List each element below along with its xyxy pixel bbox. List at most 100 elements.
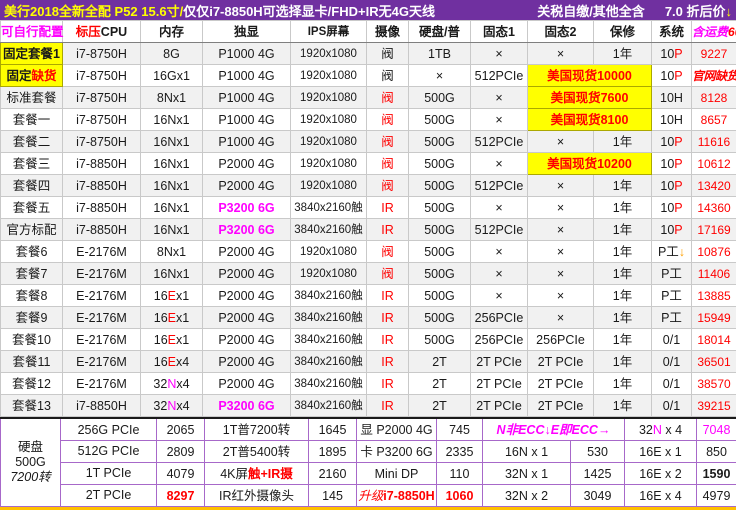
screen: 3840x2160触 [291, 285, 367, 307]
col-header-hdd: 硬盘/普 [409, 21, 471, 43]
screen: 1920x1080 [291, 87, 367, 109]
header-row: 可自行配置标压CPU内存独显IPS屏幕摄像硬盘/普固态1固态2保修系统含运费60… [1, 21, 736, 43]
screen: 1920x1080 [291, 43, 367, 65]
col-header-config-name: 可自行配置 [1, 21, 63, 43]
addon-cell: 32N x 2 [483, 485, 571, 507]
camera: 阀 [367, 175, 409, 197]
col-header-ram: 内存 [141, 21, 203, 43]
screen: 3840x2160触 [291, 373, 367, 395]
warranty: 1年 [594, 43, 652, 65]
gpu: P2000 4G [203, 307, 291, 329]
ssd2: × [528, 219, 594, 241]
hdd: 500G [409, 153, 471, 175]
gpu: P2000 4G [203, 175, 291, 197]
cpu: E-2176M [63, 241, 141, 263]
system: 0/1 [652, 329, 692, 351]
gpu: P2000 4G [203, 153, 291, 175]
addon-cell: 1590 [697, 463, 736, 485]
ssd2: 2T PCIe [528, 351, 594, 373]
ram: 16Nx1 [141, 263, 203, 285]
addon-cell: 110 [437, 463, 483, 485]
banner-title-model: 美行2018全新全配 P52 15.6寸/ [4, 4, 183, 19]
hdd: × [409, 65, 471, 87]
ram: 16Ex4 [141, 351, 203, 373]
ram: 16Ex1 [141, 285, 203, 307]
title-banner: 美行2018全新全配 P52 15.6寸/仅仅i7-8850H可选择显卡/FHD… [0, 0, 736, 20]
config-name: 套餐二 [1, 131, 63, 153]
ssd1: × [471, 197, 528, 219]
addon-cell: 530 [571, 441, 625, 463]
ssd2: × [528, 285, 594, 307]
cpu: i7-8750H [63, 109, 141, 131]
ram: 16Nx1 [141, 153, 203, 175]
addon-row: 512G PCIe28092T普5400转1895卡 P3200 6G23351… [1, 441, 736, 463]
config-row: 套餐9E-2176M16Ex1P2000 4G3840x2160触IR500G2… [1, 307, 736, 329]
banner-right: 关税自缴/其他全含7.0 折后价↓ [537, 1, 732, 20]
ssd1: 512PCIe [471, 65, 528, 87]
cpu: i7-8850H [63, 219, 141, 241]
camera: 阀 [367, 131, 409, 153]
price: 11616 [692, 131, 736, 153]
addon-cell: 显 P2000 4G [357, 418, 437, 441]
screen: 3840x2160触 [291, 197, 367, 219]
cpu: i7-8850H [63, 395, 141, 417]
down-arrow-icon: ↓ [726, 4, 733, 19]
screen: 3840x2160触 [291, 395, 367, 417]
banner-title-options: 仅仅i7-8850H可选择显卡/FHD+IR无4G天线 [183, 4, 435, 19]
warranty: 1年 [594, 351, 652, 373]
cpu: E-2176M [63, 263, 141, 285]
col-header-gpu: 独显 [203, 21, 291, 43]
ssd2: × [528, 241, 594, 263]
system: 10H [652, 109, 692, 131]
hdd: 500G [409, 197, 471, 219]
addon-cell: 2T普5400转 [205, 441, 309, 463]
config-name: 标准套餐 [1, 87, 63, 109]
hdd: 500G [409, 87, 471, 109]
screen: 3840x2160触 [291, 351, 367, 373]
camera: 阀 [367, 109, 409, 131]
col-header-ssd1: 固态1 [471, 21, 528, 43]
addon-cell: IR红外摄像头 [205, 485, 309, 507]
cpu: i7-8850H [63, 197, 141, 219]
gpu: P2000 4G [203, 285, 291, 307]
addon-cell: 32N x 1 [483, 463, 571, 485]
banner-title: 美行2018全新全配 P52 15.6寸/仅仅i7-8850H可选择显卡/FHD… [4, 1, 435, 20]
price: 10876 [692, 241, 736, 263]
config-name: 套餐6 [1, 241, 63, 263]
config-name: 套餐13 [1, 395, 63, 417]
warranty: 1年 [594, 373, 652, 395]
screen: 3840x2160触 [291, 329, 367, 351]
stock-note: 美国现货7600 [528, 87, 652, 109]
ssd1: × [471, 87, 528, 109]
price: 9227 [692, 43, 736, 65]
price: 38570 [692, 373, 736, 395]
addon-cell: 32N x 4 [625, 418, 697, 441]
addon-cell: 16E x 4 [625, 485, 697, 507]
config-table: 可自行配置标压CPU内存独显IPS屏幕摄像硬盘/普固态1固态2保修系统含运费60… [0, 20, 736, 417]
banner-tax-note: 关税自缴/其他全含 [537, 4, 645, 19]
ram: 8G [141, 43, 203, 65]
gpu: P1000 4G [203, 131, 291, 153]
ram: 16Nx1 [141, 175, 203, 197]
addon-row: 2T PCIe8297IR红外摄像头145升级i7-8850H106032N x… [1, 485, 736, 507]
addon-cell: 2T PCIe [61, 485, 157, 507]
col-header-ssd2: 固态2 [528, 21, 594, 43]
gpu: P2000 4G [203, 373, 291, 395]
config-row: 套餐7E-2176M16Nx1P2000 4G1920x1080阀500G××1… [1, 263, 736, 285]
hdd: 500G [409, 285, 471, 307]
gpu: P3200 6G [203, 219, 291, 241]
hdd: 2T [409, 351, 471, 373]
addon-cell: 16N x 1 [483, 441, 571, 463]
addon-cell: 16E x 2 [625, 463, 697, 485]
config-row: 套餐11E-2176M16Ex4P2000 4G3840x2160触IR2T2T… [1, 351, 736, 373]
system: 10P [652, 43, 692, 65]
camera: 阀 [367, 43, 409, 65]
config-row: 固定缺货i7-8750H16Gx1P1000 4G1920x1080阀×512P… [1, 65, 736, 87]
addon-cell: 512G PCIe [61, 441, 157, 463]
ram: 32Nx4 [141, 395, 203, 417]
price: 15949 [692, 307, 736, 329]
warranty: 1年 [594, 197, 652, 219]
addon-row: 硬盘500G7200转256G PCIe20651T普7200转1645显 P2… [1, 418, 736, 441]
config-name: 固定缺货 [1, 65, 63, 87]
price: 13420 [692, 175, 736, 197]
